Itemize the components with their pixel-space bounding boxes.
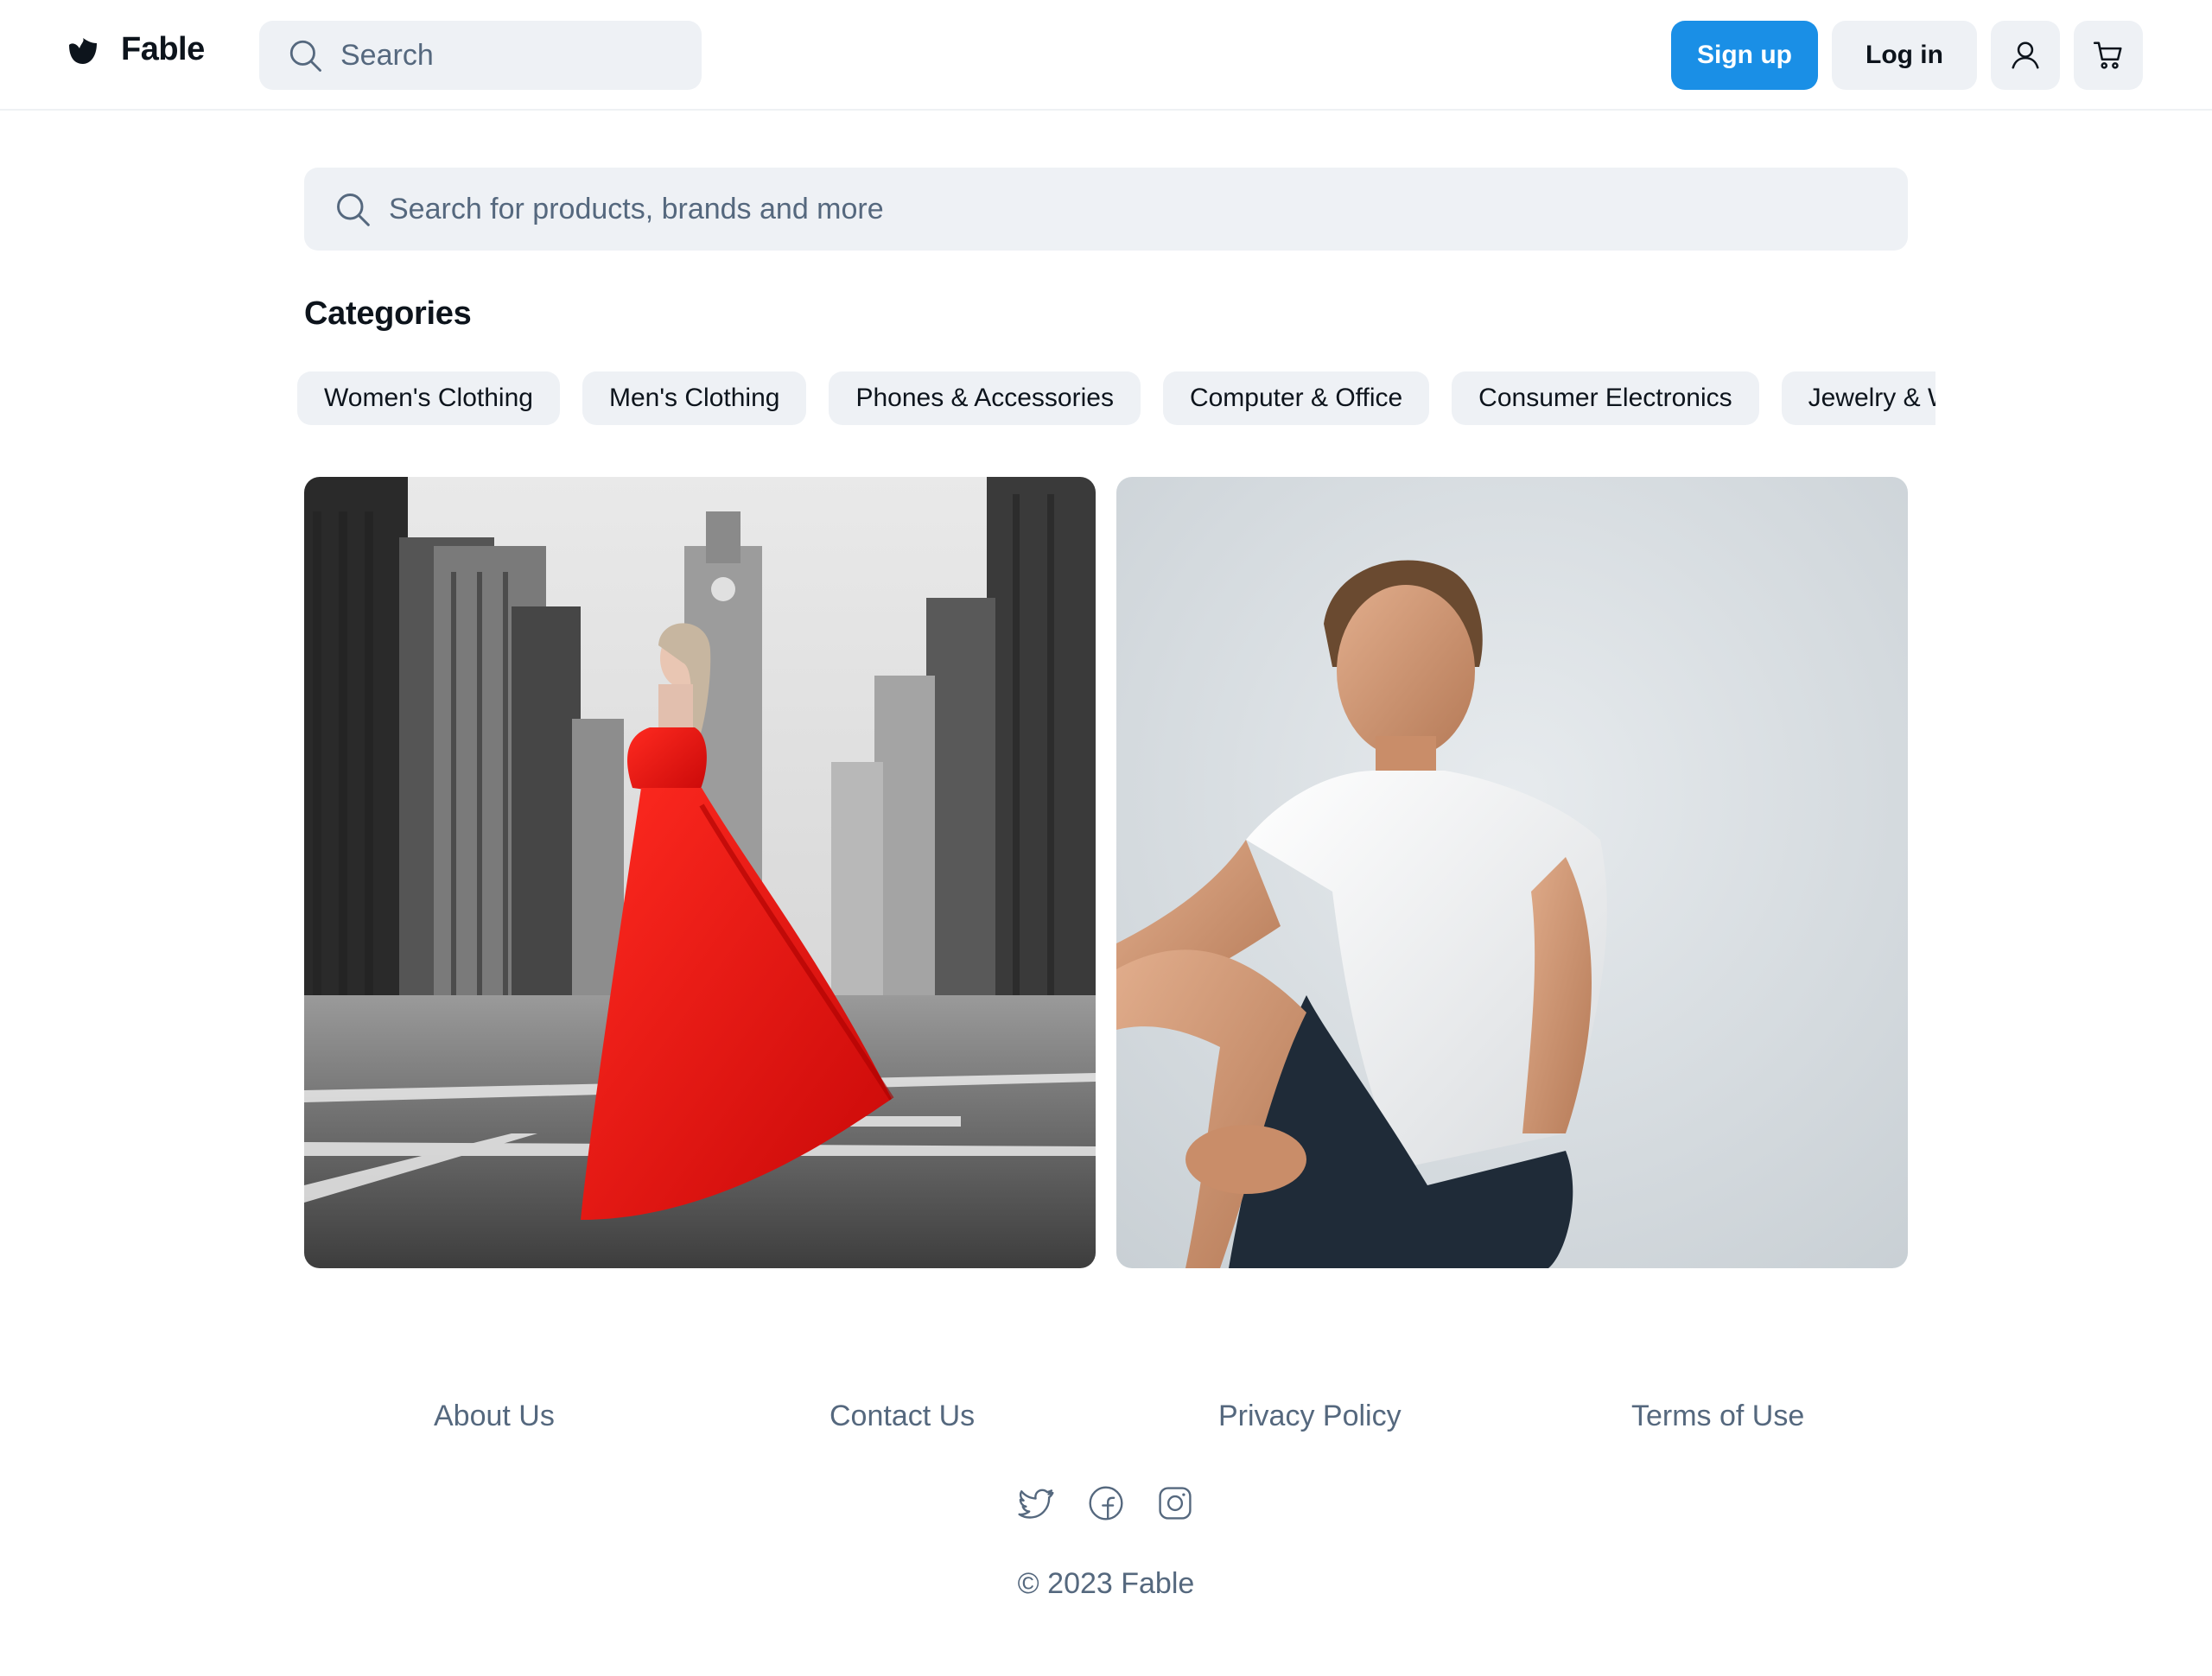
footer-link-contact-us[interactable]: Contact Us bbox=[830, 1400, 975, 1433]
header-search-input[interactable] bbox=[340, 38, 669, 73]
twitter-link[interactable] bbox=[1018, 1484, 1056, 1522]
search-icon bbox=[337, 194, 370, 226]
search-icon bbox=[289, 40, 321, 72]
product-search-input[interactable] bbox=[389, 192, 1858, 226]
product-search-box[interactable] bbox=[304, 168, 1908, 251]
category-chip-phones-accessories[interactable]: Phones & Accessories bbox=[829, 371, 1141, 425]
category-chip-scroller[interactable]: Women's Clothing Men's Clothing Phones &… bbox=[297, 371, 1936, 427]
mens-feature-image[interactable] bbox=[1116, 477, 1908, 1268]
account-button[interactable] bbox=[1991, 21, 2060, 90]
category-chip-womens-clothing[interactable]: Women's Clothing bbox=[297, 371, 560, 425]
footer-link-about-us[interactable]: About Us bbox=[434, 1400, 555, 1433]
category-chip-consumer-electronics[interactable]: Consumer Electronics bbox=[1452, 371, 1759, 425]
user-icon bbox=[2012, 41, 2039, 69]
brand-name: Fable bbox=[121, 31, 205, 67]
categories-heading: Categories bbox=[304, 295, 472, 332]
cart-icon bbox=[2093, 41, 2122, 69]
facebook-icon bbox=[1089, 1486, 1123, 1520]
header-search-box[interactable] bbox=[259, 21, 702, 90]
womens-feature-image[interactable] bbox=[304, 477, 1096, 1268]
log-in-button[interactable]: Log in bbox=[1832, 21, 1977, 90]
brand-home-link[interactable]: Fable bbox=[67, 31, 205, 68]
facebook-link[interactable] bbox=[1087, 1484, 1125, 1522]
instagram-link[interactable] bbox=[1156, 1484, 1194, 1522]
sign-up-button[interactable]: Sign up bbox=[1671, 21, 1818, 90]
footer-link-terms-of-use[interactable]: Terms of Use bbox=[1631, 1400, 1804, 1433]
fable-logo-icon bbox=[69, 37, 97, 64]
man-white-tshirt-photo bbox=[1116, 477, 1908, 1268]
footer-nav: About Us Contact Us Privacy Policy Terms… bbox=[0, 1400, 2212, 1443]
cart-button[interactable] bbox=[2074, 21, 2143, 90]
category-chip-list: Women's Clothing Men's Clothing Phones &… bbox=[297, 371, 1936, 425]
social-links bbox=[1018, 1484, 1194, 1522]
footer-link-privacy-policy[interactable]: Privacy Policy bbox=[1218, 1400, 1402, 1433]
copyright-text: © 2023 Fable bbox=[1017, 1567, 1195, 1600]
category-chip-mens-clothing[interactable]: Men's Clothing bbox=[582, 371, 807, 425]
twitter-icon bbox=[1018, 1489, 1054, 1519]
woman-red-dress-photo bbox=[304, 477, 1096, 1268]
top-navbar: Fable Sign up Log in bbox=[0, 0, 2212, 111]
category-chip-computer-office[interactable]: Computer & Office bbox=[1162, 371, 1430, 425]
instagram-icon bbox=[1159, 1487, 1192, 1520]
category-chip-jewelry[interactable]: Jewelry & Watches bbox=[1781, 371, 1936, 425]
